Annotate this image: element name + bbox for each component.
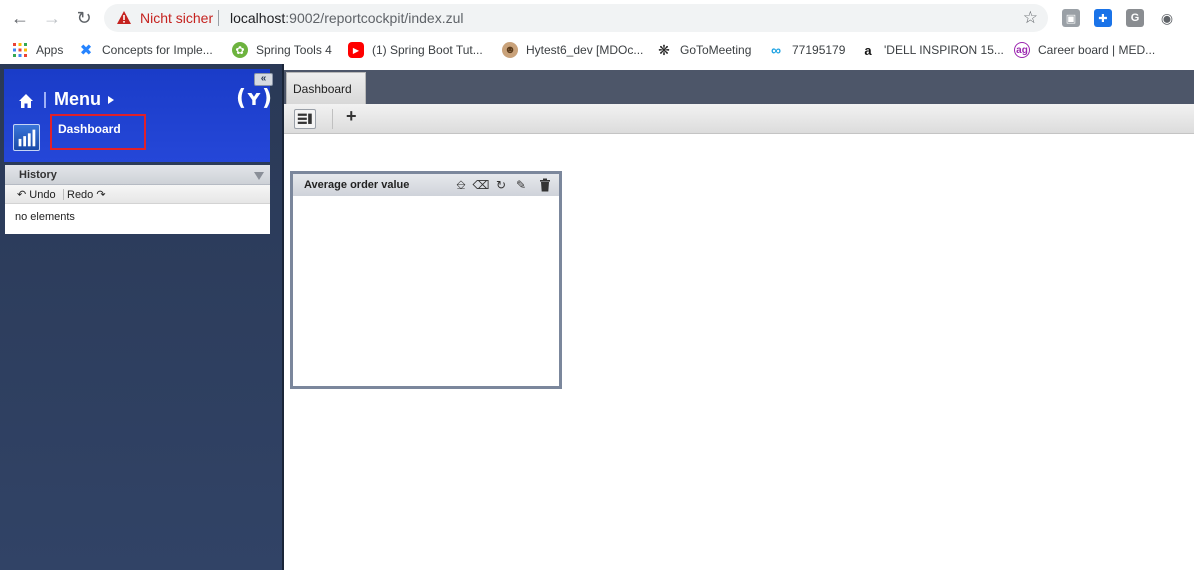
bookmarks-bar: Apps ✖ Concepts for Imple... ✿ Spring To… — [0, 36, 1194, 64]
address-bar[interactable]: Nicht sicher localhost:9002/reportcockpi… — [104, 4, 1048, 32]
bookmark-star-icon[interactable]: ☆ — [1023, 8, 1038, 28]
menu-arrow-icon[interactable] — [108, 96, 114, 104]
undo-label: Undo — [29, 189, 56, 201]
bookmark-gotomeeting[interactable]: ❋ GoToMeeting — [656, 41, 751, 59]
career-board-icon: ag — [1014, 42, 1030, 58]
url-path: :9002/reportcockpit/index.zul — [285, 10, 464, 26]
bookmark-label: 77195179 — [792, 43, 846, 57]
bookmark-label: Apps — [36, 43, 64, 57]
bookmark-label: Career board | MED... — [1038, 43, 1156, 57]
bookmark-dell[interactable]: a 'DELL INSPIRON 15... — [860, 41, 1004, 59]
dashboard-menu-item[interactable]: Dashboard — [50, 114, 146, 150]
camera-extension-icon[interactable]: ◉ — [1158, 9, 1176, 27]
redo-icon: ↷ — [96, 189, 106, 201]
home-icon[interactable] — [18, 93, 34, 109]
bookmark-apps[interactable]: Apps — [12, 41, 63, 59]
report-cockpit-app: « Menu (ʏ) Dashboard History ↶ Undo Redo… — [0, 64, 1194, 570]
history-header[interactable]: History — [5, 165, 270, 185]
bookmark-concepts[interactable]: ✖ Concepts for Imple... — [78, 41, 213, 59]
sidebar: « Menu (ʏ) Dashboard History ↶ Undo Redo… — [0, 64, 284, 570]
bookmark-spring-boot[interactable]: ▶ (1) Spring Boot Tut... — [348, 41, 483, 59]
layout-icon[interactable] — [294, 109, 316, 129]
avatar-icon: ☻ — [502, 42, 518, 58]
export-table-icon[interactable]: ⌫ — [473, 177, 490, 193]
delete-trash-icon[interactable] — [537, 177, 553, 193]
back-arrow-icon[interactable]: ← — [8, 6, 32, 30]
bookmark-77195179[interactable]: ∞ 77195179 — [768, 41, 845, 59]
url-text[interactable]: localhost:9002/reportcockpit/index.zul — [230, 10, 463, 26]
main-area: Dashboard + Average order value ⎒ ⌫ ↻ ✎ — [284, 64, 1194, 570]
menu-title[interactable]: Menu — [54, 89, 101, 110]
apps-grid-icon — [13, 43, 27, 57]
add-widget-icon[interactable]: + — [346, 106, 357, 127]
bookmark-spring-tools[interactable]: ✿ Spring Tools 4 — [232, 41, 332, 59]
forward-arrow-icon[interactable]: → — [40, 6, 64, 30]
confluence-icon: ✖ — [79, 42, 93, 59]
brand-logo: (ʏ) — [236, 86, 273, 111]
omnibox-separator — [218, 10, 219, 26]
bookmark-label: Spring Tools 4 — [256, 43, 332, 57]
bookmark-label: 'DELL INSPIRON 15... — [884, 43, 1004, 57]
undo-icon: ↶ — [17, 189, 27, 201]
widget-average-order-value: Average order value ⎒ ⌫ ↻ ✎ — [290, 171, 562, 389]
bookmark-career-board[interactable]: ag Career board | MED... — [1014, 41, 1155, 59]
history-tool-separator — [63, 189, 64, 200]
bookmark-label: Concepts for Imple... — [102, 43, 213, 57]
bookmark-hytest[interactable]: ☻ Hytest6_dev [MDOc... — [502, 41, 643, 59]
warning-icon — [117, 11, 131, 24]
widget-title: Average order value — [304, 179, 410, 191]
url-host: localhost — [230, 10, 286, 26]
history-panel: History ↶ Undo Redo ↷ no elements — [5, 165, 270, 234]
amazon-icon: a — [864, 42, 872, 58]
tab-dashboard[interactable]: Dashboard — [286, 72, 366, 104]
tab-bar: Dashboard — [284, 70, 1194, 104]
spring-leaf-icon: ✿ — [232, 42, 248, 58]
tab-label: Dashboard — [293, 82, 352, 96]
bookmark-label: GoToMeeting — [680, 43, 752, 57]
refresh-icon[interactable]: ↻ — [493, 177, 509, 193]
export-excel-icon[interactable]: ⎒ — [453, 177, 469, 193]
extension-blue-icon[interactable]: ✚ — [1094, 9, 1112, 27]
translate-icon: ∞ — [771, 42, 781, 58]
dashboard-toolbar: + — [284, 104, 1194, 134]
history-toggle-icon[interactable] — [254, 172, 264, 180]
insecure-label[interactable]: Nicht sicher — [140, 10, 213, 26]
bookmark-label: Hytest6_dev [MDOc... — [526, 43, 644, 57]
cast-extension-icon[interactable]: ▣ — [1062, 9, 1080, 27]
header-separator — [44, 92, 46, 108]
dashboard-menu-label: Dashboard — [58, 122, 121, 136]
redo-button[interactable]: Redo ↷ — [67, 188, 106, 201]
widget-header: Average order value ⎒ ⌫ ↻ ✎ — [293, 174, 559, 196]
collapse-sidebar-icon[interactable]: « — [254, 73, 273, 86]
redo-label: Redo — [67, 189, 94, 201]
reload-icon[interactable]: ↻ — [72, 6, 96, 30]
gotomeeting-icon: ❋ — [658, 41, 670, 58]
edit-pencil-icon[interactable]: ✎ — [513, 177, 529, 193]
toolbar-separator — [332, 109, 333, 129]
bookmark-label: (1) Spring Boot Tut... — [372, 43, 483, 57]
history-toolbar: ↶ Undo Redo ↷ — [5, 185, 270, 204]
browser-toolbar: ← → ↻ Nicht sicher localhost:9002/report… — [0, 0, 1194, 36]
history-empty-text: no elements — [15, 211, 75, 223]
menu-header: « Menu (ʏ) Dashboard — [4, 69, 273, 162]
undo-button[interactable]: ↶ Undo — [17, 188, 56, 201]
g-extension-icon[interactable]: G — [1126, 9, 1144, 27]
youtube-icon: ▶ — [348, 42, 364, 58]
dashboard-chart-icon[interactable] — [13, 124, 40, 151]
history-title: History — [19, 169, 57, 181]
